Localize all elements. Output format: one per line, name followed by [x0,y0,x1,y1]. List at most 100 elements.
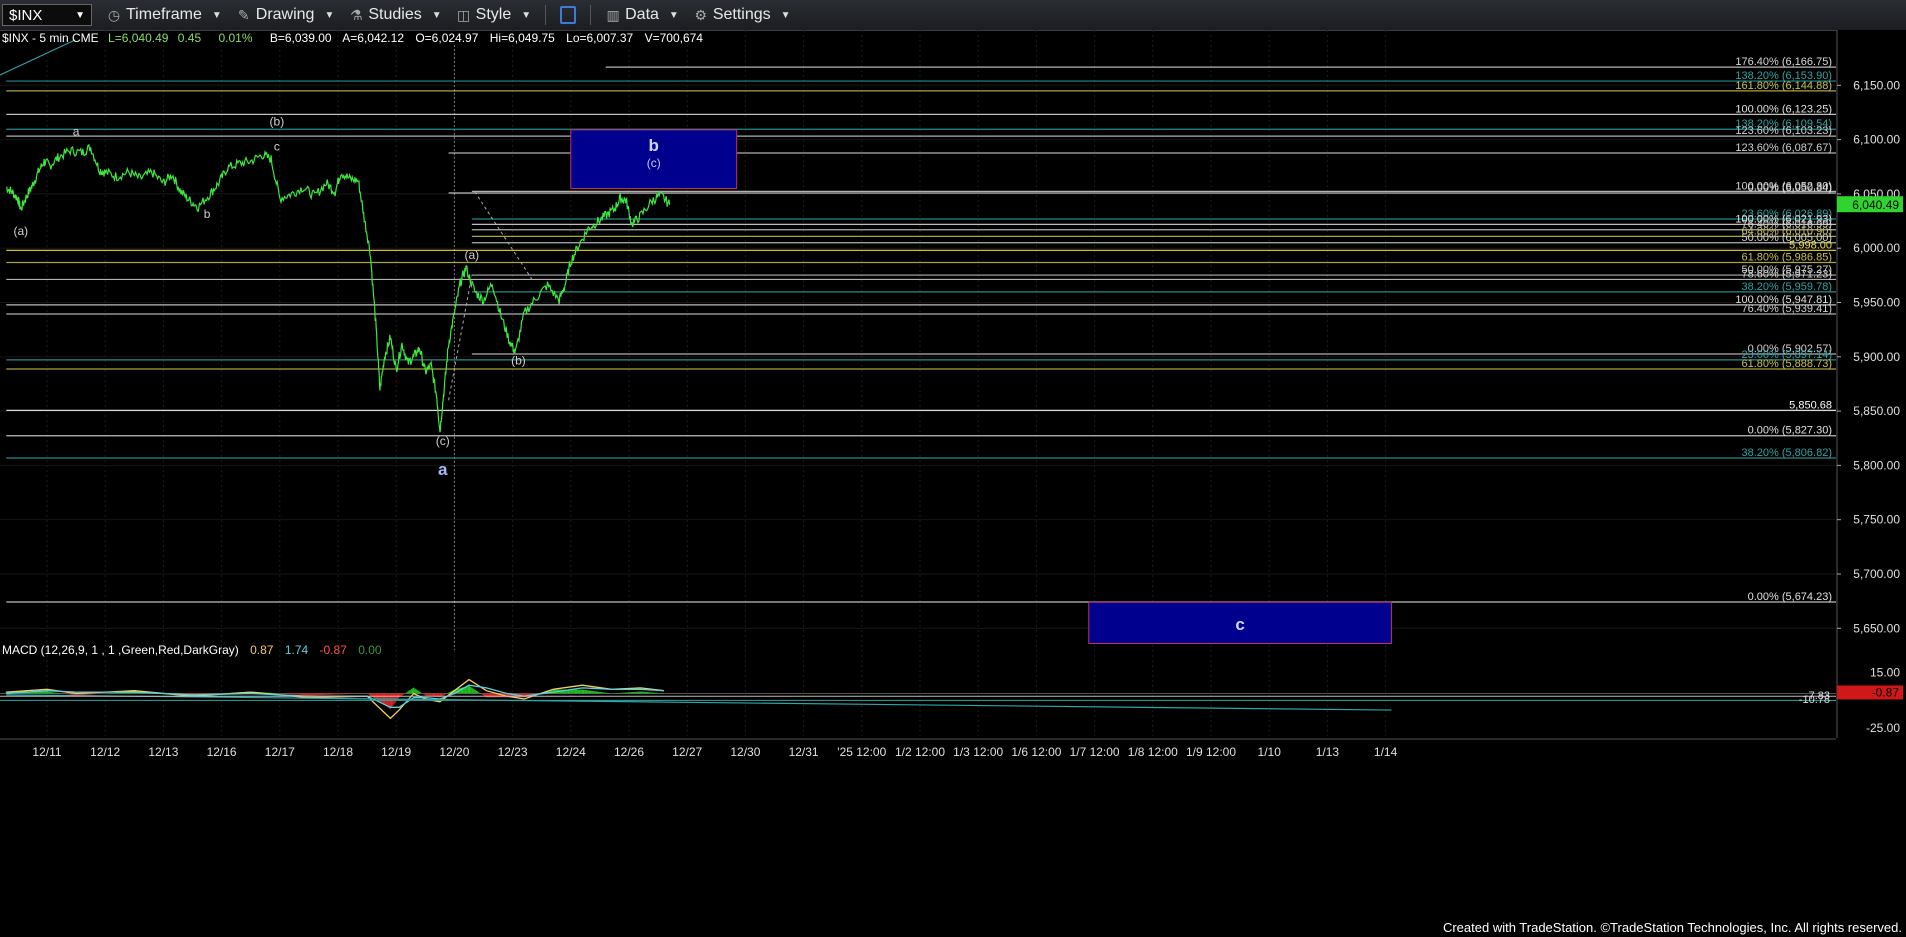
chevron-down-icon[interactable]: ▼ [75,10,85,21]
header-low: Lo=6,007.37 [566,31,633,45]
x-tick-label: 12/26 [614,745,644,759]
y-tick-label: 5,700.00 [1853,567,1900,581]
data-button[interactable]: ▥ Data ▼ [605,6,679,24]
bar-chart-icon: ▥ [606,7,620,23]
wave-label: (c) [436,434,450,448]
level-label: 0.00% (5,827.30) [1748,425,1832,437]
trend-line [0,39,76,76]
macd-header: MACD (12,26,9, 1 , 1 ,Green,Red,DarkGray… [2,643,382,657]
macd-level-label: -10.78 [1799,694,1830,706]
level-label: 61.80% (5,986.85) [1741,251,1832,263]
x-tick-label: 1/14 [1374,745,1398,759]
header-ask: A=6,042.12 [342,31,404,45]
timeframe-button[interactable]: ◷ Timeframe ▼ [106,6,222,24]
macd-panel: 15.000.00-25.00-0.87-7.83-10.78 [0,650,1906,740]
level-label: 0.00% (6,050.84) [1748,182,1832,194]
footer-credit: Created with TradeStation. ©TradeStation… [1442,920,1902,935]
x-tick-label: 12/24 [556,745,586,759]
toolbar: $INX ▼ ◷ Timeframe ▼ ✎ Drawing ▼ ⚗ Studi… [0,0,1906,31]
x-tick-label: 1/10 [1258,745,1282,759]
data-label: Data [625,6,659,23]
x-tick-label: 12/27 [672,745,702,759]
header-bid: B=6,039.00 [270,31,332,45]
panels-icon[interactable] [560,6,577,24]
gear-icon: ⚙ [694,7,708,23]
level-label: 123.60% (6,087.67) [1735,142,1832,154]
level-label: 5,998.00 [1789,239,1832,251]
wave-label: (a) [465,248,480,262]
x-tick-label: 12/18 [323,745,353,759]
level-label: 38.20% (5,959.78) [1741,281,1832,293]
x-tick-label: 12/19 [381,745,411,759]
x-tick-label: 12/31 [789,745,819,759]
style-icon: ◫ [457,7,471,23]
caret-down-icon: ▼ [521,9,532,21]
level-label: 61.80% (5,888.73) [1741,358,1832,370]
settings-button[interactable]: ⚙ Settings ▼ [693,6,791,24]
macd-value-4: 0.00 [358,643,382,657]
level-label: 0.00% (5,674.23) [1748,591,1832,603]
caret-down-icon: ▼ [324,9,335,21]
symbol-input[interactable]: $INX ▼ [2,4,92,26]
fib-levels: 176.40% (6,166.75)138.20% (6,153.90)161.… [6,56,1836,603]
wave-label: c [274,139,280,153]
wave-label: b [204,207,211,221]
toolbar-divider [590,5,592,25]
y-tick-label: 6,150.00 [1853,78,1900,92]
x-tick-label: 12/23 [498,745,528,759]
timeframe-label: Timeframe [126,6,202,23]
x-tick-label: 12/30 [730,745,760,759]
macd-trend-line [6,694,1392,711]
drawing-button[interactable]: ✎ Drawing ▼ [236,6,335,24]
level-label: 100.00% (6,123.25) [1735,103,1832,115]
y-tick-label: 6,000.00 [1853,241,1900,255]
level-label: 78.60% (5,971.23) [1741,268,1832,280]
x-tick-label: 1/2 12:00 [895,745,945,759]
studies-button[interactable]: ⚗ Studies ▼ [348,6,442,24]
target-box-label: c [1235,615,1244,634]
target-boxes: b(c) c [570,129,1392,644]
macd-value-1: 0.87 [250,643,274,657]
macd-tick-label: -25.00 [1866,721,1900,735]
x-tick-label: 12/17 [265,745,295,759]
target-box-sublabel: (c) [647,156,661,170]
wave-label: a [73,124,80,138]
header-last: L=6,040.49 [108,31,169,45]
x-tick-label: 12/11 [32,745,61,759]
studies-label: Studies [368,6,422,23]
level-label: 38.20% (5,806.82) [1741,447,1832,459]
wave-label: (a) [13,224,28,238]
y-tick-label: 5,800.00 [1853,458,1900,472]
level-label: 76.40% (5,939.41) [1741,303,1832,315]
x-tick-label: 12/16 [207,745,237,759]
macd-value-2: 1.74 [285,643,309,657]
style-button[interactable]: ◫ Style ▼ [456,6,531,24]
y-tick-label: 5,750.00 [1853,513,1900,527]
x-tick-label: '25 12:00 [837,745,886,759]
clock-icon: ◷ [107,7,121,23]
price-line [5,143,671,433]
caret-down-icon: ▼ [431,9,442,21]
x-tick-label: 1/8 12:00 [1128,745,1178,759]
x-tick-label: 12/20 [439,745,469,759]
x-axis: 12/11 12/12 12/13 12/16 12/17 12/18 12/19 12/20… [0,738,1836,759]
header-quote: $INX - 5 min CME L=6,040.49 0.45 0.01% B… [2,31,703,45]
target-box-label: b [649,136,659,155]
level-label: 123.60% (6,103.23) [1735,125,1832,137]
caret-down-icon: ▼ [211,9,222,21]
x-tick-label: 1/13 [1316,745,1340,759]
y-axis: 6,150.006,100.006,050.006,000.005,950.00… [1836,30,1906,738]
price-chart[interactable]: 176.40% (6,166.75)138.20% (6,153.90)161.… [0,30,1906,937]
y-tick-label: 5,900.00 [1853,350,1900,364]
header-change: 0.45 [178,31,202,45]
header-pct: 0.01% [218,31,252,45]
header-open: O=6,024.97 [415,31,478,45]
macd-value-tag-label: -0.87 [1872,685,1900,699]
y-tick-label: 5,950.00 [1853,295,1900,309]
x-tick-label: 1/7 12:00 [1070,745,1120,759]
y-tick-label: 6,100.00 [1853,133,1900,147]
settings-label: Settings [712,6,771,23]
trend-line-dotted [448,275,473,401]
y-tick-label: 5,850.00 [1853,404,1900,418]
caret-down-icon: ▼ [780,9,791,21]
